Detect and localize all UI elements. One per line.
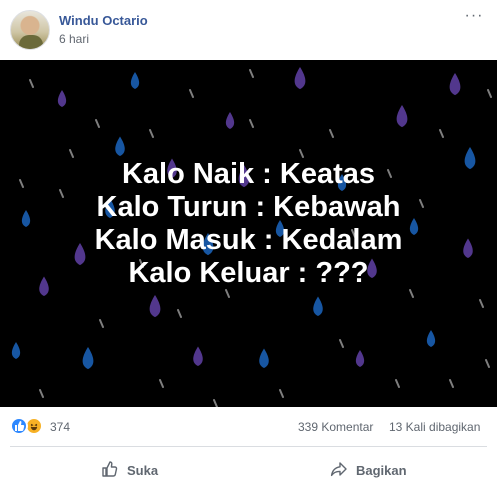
post-header: Windu Octario 6 hari ··· — [0, 0, 497, 60]
rain-streak — [225, 289, 230, 298]
rain-streak — [39, 389, 44, 398]
rain-streak — [149, 129, 154, 138]
rain-streak — [249, 69, 254, 78]
rain-drop — [259, 348, 269, 369]
rain-streak — [487, 89, 492, 98]
like-button[interactable]: Suka — [90, 451, 240, 485]
rain-drop — [149, 295, 161, 318]
rain-drop — [130, 72, 140, 89]
rain-streak — [177, 309, 182, 318]
rain-streak — [95, 119, 100, 128]
rain-drop — [82, 347, 94, 370]
rain-streak — [249, 119, 254, 128]
post-image[interactable]: Kalo Naik : Keatas Kalo Turun : Kebawah … — [0, 60, 497, 407]
rain-drop — [225, 112, 235, 129]
rain-drop — [426, 330, 436, 347]
rain-drop — [294, 67, 306, 90]
rain-streak — [479, 299, 484, 308]
post-timestamp[interactable]: 6 hari — [59, 32, 89, 46]
rain-drop — [355, 350, 365, 367]
rain-streak — [339, 339, 344, 348]
caption-line-2: Kalo Turun : Kebawah — [96, 191, 401, 223]
share-button[interactable]: Bagikan — [320, 451, 470, 485]
more-options-icon[interactable]: ··· — [462, 8, 486, 26]
rain-streak — [29, 79, 34, 88]
rain-streak — [329, 129, 334, 138]
rain-streak — [439, 129, 444, 138]
rain-drop — [449, 73, 461, 96]
rain-drop — [57, 90, 67, 107]
comments-count-link[interactable]: 339 Komentar — [298, 420, 373, 434]
caption-line-3: Kalo Masuk : Kedalam — [94, 224, 403, 256]
rain-streak — [213, 399, 218, 407]
rain-streak — [279, 389, 284, 398]
rain-streak — [485, 359, 490, 368]
avatar[interactable] — [10, 10, 50, 50]
shares-count-link[interactable]: 13 Kali dibagikan — [389, 420, 480, 434]
rain-streak — [299, 149, 304, 158]
rain-drop — [115, 136, 125, 157]
rain-drop — [396, 105, 408, 128]
like-label: Suka — [127, 463, 159, 478]
rain-drop — [313, 296, 323, 317]
like-reaction-icon[interactable] — [10, 417, 28, 435]
share-label: Bagikan — [356, 463, 407, 478]
post-card: Windu Octario 6 hari ··· Kalo Naik : Kea… — [0, 0, 497, 491]
divider — [10, 446, 487, 447]
share-arrow-icon — [330, 462, 347, 477]
image-caption: Kalo Naik : Keatas Kalo Turun : Kebawah … — [0, 158, 497, 290]
rain-streak — [159, 379, 164, 388]
caption-line-4: Kalo Keluar : ??? — [128, 257, 369, 289]
rain-drop — [11, 342, 21, 359]
reaction-count[interactable]: 374 — [50, 420, 70, 434]
caption-line-1: Kalo Naik : Keatas — [121, 158, 376, 190]
thumbs-up-icon — [102, 461, 118, 477]
rain-streak — [99, 319, 104, 328]
rain-streak — [69, 149, 74, 158]
rain-streak — [409, 289, 414, 298]
rain-streak — [449, 379, 454, 388]
rain-streak — [395, 379, 400, 388]
rain-streak — [189, 89, 194, 98]
author-name[interactable]: Windu Octario — [59, 13, 148, 28]
rain-drop — [193, 346, 203, 367]
